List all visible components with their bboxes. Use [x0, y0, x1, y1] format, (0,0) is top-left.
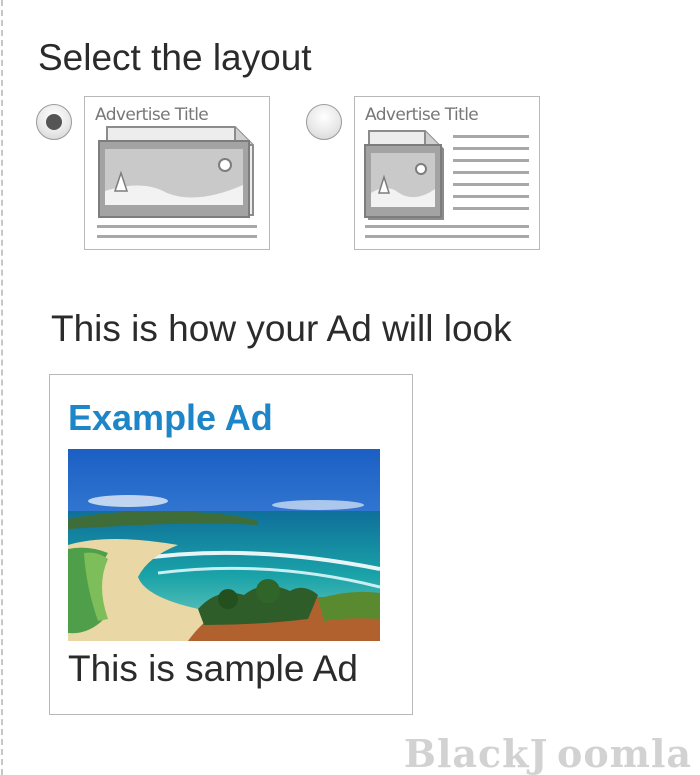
- layout-thumbnail-image-top[interactable]: Advertise Title: [84, 96, 270, 250]
- layout-option-image-left[interactable]: Advertise Title: [304, 96, 544, 252]
- ad-body-text: This is sample Ad: [68, 648, 358, 689]
- preview-heading: This is how your Ad will look: [51, 308, 512, 349]
- left-dashed-border: [1, 0, 3, 775]
- watermark: BlackJ oomla: [403, 731, 692, 775]
- ad-preview-card: Example Ad This is sample Ad: [49, 374, 413, 715]
- ad-title-link[interactable]: Example Ad: [68, 396, 273, 440]
- image-left-layout-icon: [364, 130, 529, 238]
- layout-option-image-top[interactable]: Advertise Title: [34, 96, 274, 252]
- ad-image[interactable]: [68, 449, 380, 641]
- layout-radio-image-top[interactable]: [36, 104, 72, 140]
- layout-thumbnail-image-left[interactable]: Advertise Title: [354, 96, 540, 250]
- layout-radio-image-left[interactable]: [306, 104, 342, 140]
- layout-heading: Select the layout: [38, 37, 312, 78]
- image-top-layout-icon: [97, 126, 257, 238]
